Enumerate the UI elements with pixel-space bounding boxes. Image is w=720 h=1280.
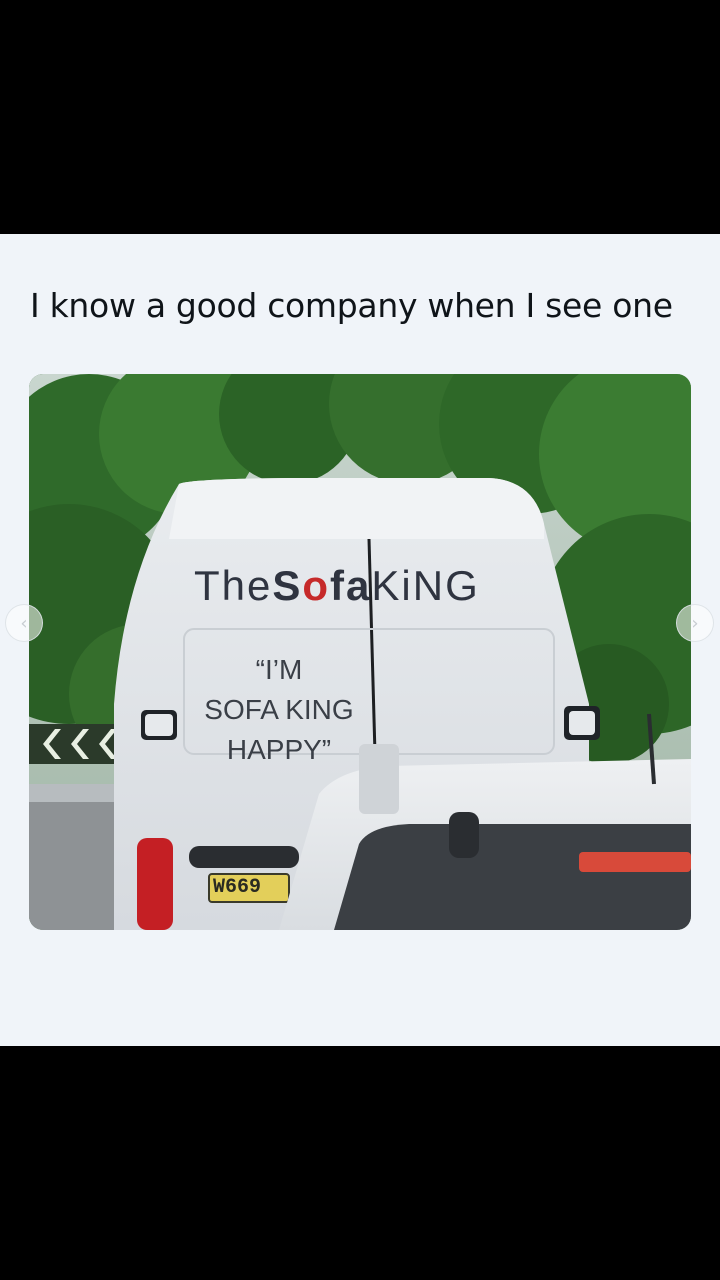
post-card: I know a good company when I see one The… — [0, 234, 720, 1046]
van-logo-o: o — [302, 562, 331, 609]
van-slogan-line1: “I’M — [255, 654, 303, 685]
chevron-left-icon: ‹ — [20, 612, 28, 634]
van-logo: TheSofaKiNG — [194, 562, 480, 610]
carousel-next-button[interactable]: › — [676, 604, 714, 642]
van-logo-king: KiNG — [371, 562, 480, 609]
license-plate: W669 — [213, 876, 262, 899]
bottom-letterbox — [0, 1046, 720, 1280]
post-photo[interactable]: TheSofaKiNG “I’M SOFA KING HAPPY” W669 — [29, 374, 691, 930]
van-slogan-line3: HAPPY” — [226, 734, 332, 765]
carousel-prev-button[interactable]: ‹ — [5, 604, 43, 642]
chevron-right-icon: › — [691, 612, 699, 634]
van-logo-the: The — [194, 562, 273, 609]
van-logo-s: S — [272, 562, 303, 609]
van-slogan-line2: SOFA KING — [204, 694, 354, 725]
van-logo-fa: fa — [330, 562, 372, 609]
van-slogan: “I’M SOFA KING HAPPY” — [179, 650, 379, 770]
top-letterbox — [0, 0, 720, 234]
post-caption: I know a good company when I see one — [30, 286, 673, 325]
